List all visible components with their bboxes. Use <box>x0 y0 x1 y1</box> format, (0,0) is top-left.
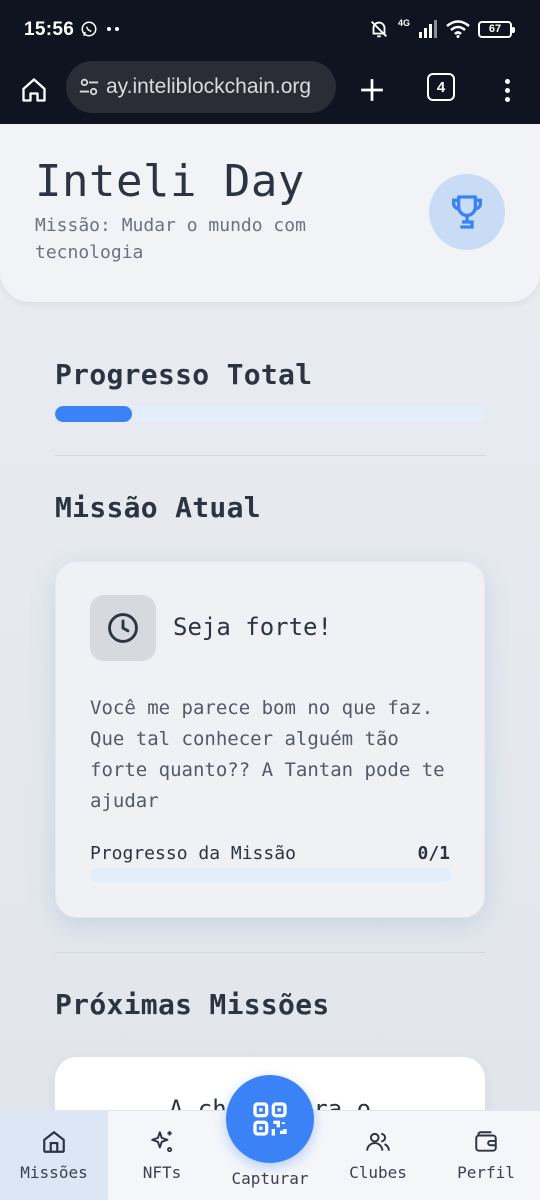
mission-description: Você me parece bom no que faz. Que tal c… <box>90 697 445 812</box>
browser-toolbar: ay.inteliblockchain.org 4 <box>0 60 540 124</box>
new-tab-button[interactable] <box>352 70 392 110</box>
sparkles-icon <box>151 1131 173 1153</box>
nav-label: Clubes <box>349 1163 407 1182</box>
network-label: 4G <box>397 18 410 28</box>
mission-icon-box <box>90 595 156 661</box>
tab-count: 4 <box>436 78 446 96</box>
nav-label: NFTs <box>142 1163 182 1182</box>
trophy-icon <box>452 195 482 229</box>
page-content: Inteli Day Missão: Mudar o mundo com tec… <box>0 124 540 1110</box>
current-mission-title: Missão Atual <box>55 491 261 524</box>
divider <box>55 952 485 953</box>
home-icon <box>22 78 46 102</box>
next-missions-title: Próximas Missões <box>55 988 330 1021</box>
capture-button[interactable] <box>226 1075 314 1163</box>
users-icon <box>366 1132 390 1151</box>
total-progress-fill <box>55 406 133 422</box>
mission-name: Seja forte! <box>173 613 332 641</box>
home-icon <box>43 1131 65 1153</box>
nav-nfts[interactable]: NFTs <box>108 1111 216 1200</box>
page-subtitle: Missão: Mudar o mundo com tecnologia <box>35 215 306 263</box>
url-text: ay.inteliblockchain.org <box>106 75 312 98</box>
nav-perfil[interactable]: Perfil <box>432 1111 540 1200</box>
signal-icon <box>419 20 437 38</box>
status-time: 15:56 <box>24 19 75 40</box>
current-mission-card[interactable]: Seja forte! Você me parece bom no que fa… <box>55 561 485 918</box>
more-dots-icon <box>107 27 119 31</box>
mute-icon <box>371 21 387 38</box>
page-title: Inteli Day <box>35 156 305 207</box>
mission-progress-value: 0/1 <box>417 843 450 864</box>
tabs-button[interactable]: 4 <box>427 73 455 101</box>
address-bar[interactable]: ay.inteliblockchain.org <box>66 61 336 113</box>
whatsapp-icon <box>81 21 97 37</box>
new-tab-icon <box>361 79 383 101</box>
divider <box>55 455 485 456</box>
browser-home-button[interactable] <box>14 70 54 110</box>
battery-icon: 67 <box>478 20 515 38</box>
wifi-icon <box>446 20 470 38</box>
trophy-badge[interactable] <box>429 174 505 250</box>
total-progress-title: Progresso Total <box>55 358 313 391</box>
header-card: Inteli Day Missão: Mudar o mundo com tec… <box>0 124 540 302</box>
nav-label: Perfil <box>457 1163 515 1182</box>
nav-missoes[interactable]: Missões <box>0 1111 108 1200</box>
clock-icon <box>108 613 138 643</box>
site-settings-icon[interactable] <box>78 76 100 98</box>
battery-level: 67 <box>488 22 502 35</box>
mission-progress-label: Progresso da Missão <box>90 843 296 864</box>
nav-label-capturar: Capturar <box>231 1169 309 1188</box>
nav-label: Missões <box>20 1163 88 1182</box>
overflow-menu-button[interactable] <box>492 70 522 110</box>
nav-clubes[interactable]: Clubes <box>324 1111 432 1200</box>
wallet-icon <box>475 1131 497 1152</box>
qr-code-icon <box>253 1102 287 1136</box>
status-bar: 15:56 4G 67 <box>0 0 540 60</box>
total-progress-bar <box>55 406 485 422</box>
mission-progress-bar <box>90 868 452 882</box>
